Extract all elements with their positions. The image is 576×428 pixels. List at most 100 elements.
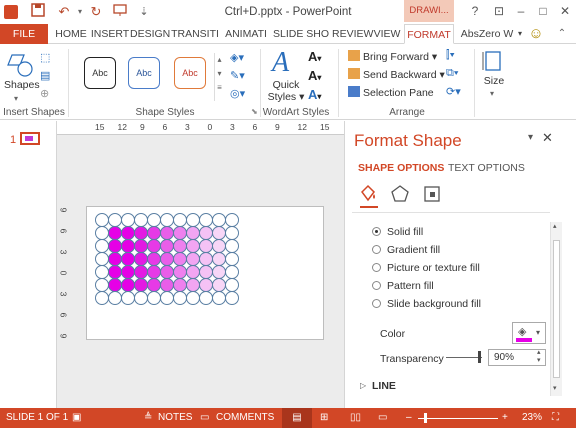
grid-circle[interactable] [108,252,122,266]
grid-circle[interactable] [225,226,239,240]
grid-circle[interactable] [147,252,161,266]
tab-file[interactable]: FILE [0,24,48,44]
grid-circle[interactable] [134,278,148,292]
grid-circle[interactable] [134,213,148,227]
shape-style-orange[interactable]: Abc [174,57,206,89]
fill-option-gradient[interactable]: Gradient fill [372,242,440,258]
edit-shape-icon[interactable]: ⬚ [40,51,60,65]
grid-circle[interactable] [147,291,161,305]
presentation-icon[interactable] [110,3,130,21]
grid-circle[interactable] [147,239,161,253]
grid-circle[interactable] [199,252,213,266]
shape-style-dark[interactable]: Abc [84,57,116,89]
tab-home[interactable]: HOME [52,24,90,44]
tab-design[interactable]: DESIGN [130,24,170,44]
grid-circle[interactable] [95,239,109,253]
shape-outline-icon[interactable]: ✎▾ [230,69,252,83]
effects-icon[interactable] [390,184,410,204]
zoom-in-button[interactable]: + [502,408,508,428]
grid-circle[interactable] [108,278,122,292]
merge-shapes-icon[interactable]: ⊕ [40,87,60,101]
fit-to-window-icon[interactable]: ⛶ [552,408,559,428]
send-backward-button[interactable]: Send Backward ▾ [348,67,445,83]
grid-circle[interactable] [95,291,109,305]
radio-solid-fill[interactable] [372,227,381,236]
grid-circle[interactable] [199,226,213,240]
grid-circle[interactable] [134,239,148,253]
tab-shape-options[interactable]: SHAPE OPTIONS [358,162,444,174]
grid-circle[interactable] [225,239,239,253]
grid-circle[interactable] [173,226,187,240]
grid-circle[interactable] [121,278,135,292]
grid-circle[interactable] [212,278,226,292]
save-icon[interactable] [28,3,48,21]
pane-options-icon[interactable]: ▾ [528,132,533,143]
grid-circle[interactable] [212,252,226,266]
transparency-slider-track[interactable] [446,357,482,358]
grid-circle[interactable] [147,226,161,240]
group-icon[interactable]: ⧉▾ [446,67,458,80]
circle-grid[interactable] [87,207,325,341]
grid-circle[interactable] [173,278,187,292]
grid-circle[interactable] [173,213,187,227]
grid-circle[interactable] [134,252,148,266]
help-button[interactable]: ? [464,2,486,20]
tab-slide-show[interactable]: SLIDE SHO [272,24,330,44]
grid-circle[interactable] [108,239,122,253]
grid-circle[interactable] [186,252,200,266]
bring-forward-button[interactable]: Bring Forward ▾ [348,49,437,65]
fill-line-icon[interactable] [358,184,378,204]
text-fill-icon[interactable]: A▾ [308,49,321,64]
radio-pattern-fill[interactable] [372,281,381,290]
grid-circle[interactable] [225,213,239,227]
grid-circle[interactable] [160,265,174,279]
comments-button[interactable]: COMMENTS [216,408,274,428]
line-section-header[interactable]: LINE [372,380,396,392]
transparency-slider-thumb[interactable] [478,351,481,363]
fill-option-pattern[interactable]: Pattern fill [372,278,434,294]
grid-circle[interactable] [199,213,213,227]
grid-circle[interactable] [212,265,226,279]
zoom-slider-track[interactable] [418,418,498,419]
grid-circle[interactable] [212,291,226,305]
grid-circle[interactable] [108,213,122,227]
transparency-spinner[interactable]: 90% ▴ ▾ [488,349,546,366]
scrollbar-thumb[interactable] [553,240,560,378]
customize-toolbar-icon[interactable]: ⇣ [134,3,154,21]
grid-circle[interactable] [160,239,174,253]
grid-circle[interactable] [199,239,213,253]
grid-circle[interactable] [160,226,174,240]
expand-line-icon[interactable]: ▷ [360,381,366,390]
grid-circle[interactable] [160,252,174,266]
zoom-out-button[interactable]: – [406,408,412,428]
notes-button[interactable]: NOTES [158,408,192,428]
minimize-button[interactable]: – [510,2,532,20]
grid-circle[interactable] [186,226,200,240]
spinner-arrows-icon[interactable]: ▴ ▾ [537,349,541,365]
size-properties-icon[interactable] [422,184,442,204]
fill-option-picture[interactable]: Picture or texture fill [372,260,480,276]
grid-circle[interactable] [121,239,135,253]
collapse-ribbon-icon[interactable]: ⌃ [552,24,572,44]
reading-view-icon[interactable]: ▯▯ [350,408,361,428]
radio-slide-background-fill[interactable] [372,299,381,308]
user-dropdown-icon[interactable]: ▾ [516,24,524,44]
slide-thumbnail[interactable] [20,132,40,145]
tab-review[interactable]: REVIEW [332,24,373,44]
shape-styles-launcher-icon[interactable]: ⬊ [251,107,258,116]
grid-circle[interactable] [108,226,122,240]
shapes-dropdown-icon[interactable]: ▾ [14,94,18,103]
comments-icon[interactable]: ▭ [200,408,209,428]
style-gallery-scroll[interactable]: ▴ ▾ ≡ [214,53,224,101]
radio-gradient-fill[interactable] [372,245,381,254]
grid-circle[interactable] [160,291,174,305]
text-box-icon[interactable]: ▤ [40,69,60,83]
tab-view[interactable]: VIEW [372,24,402,44]
grid-circle[interactable] [199,278,213,292]
smiley-feedback-icon[interactable]: ☺ [526,24,546,44]
scroll-down-icon[interactable]: ▾ [553,384,557,392]
grid-circle[interactable] [225,252,239,266]
grid-circle[interactable] [134,291,148,305]
grid-circle[interactable] [121,265,135,279]
redo-icon[interactable]: ↻ [86,3,106,21]
